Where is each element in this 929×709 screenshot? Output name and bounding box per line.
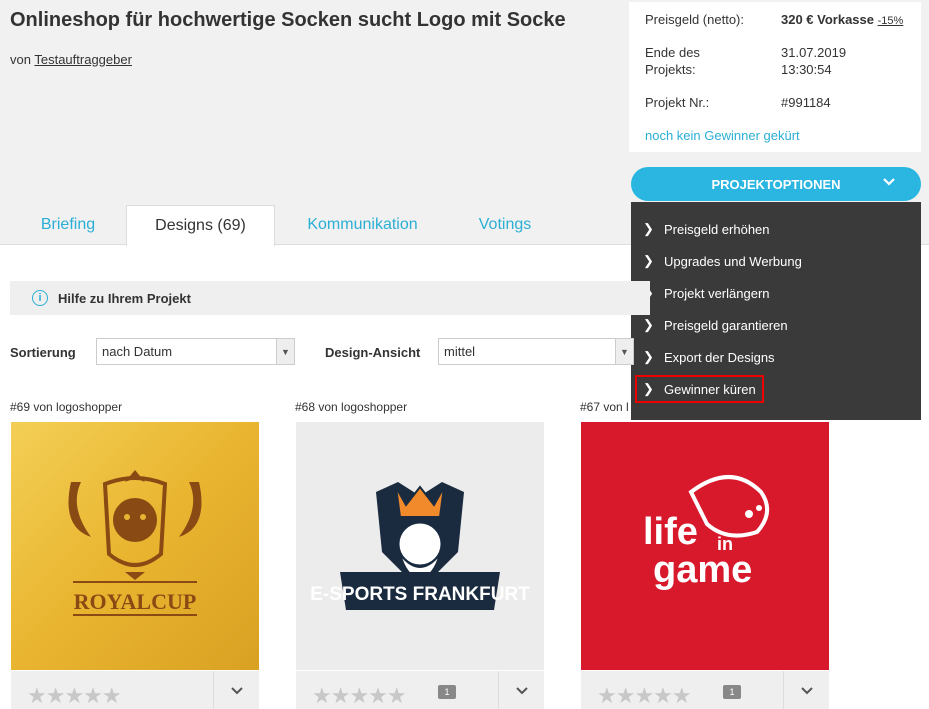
esports-logo: E-SPORTS FRANKFURT <box>296 422 544 670</box>
menu-item-increase-prize[interactable]: ❯ Preisgeld erhöhen <box>643 219 770 239</box>
project-number-label: Projekt Nr.: <box>645 95 710 110</box>
client-link[interactable]: Testauftraggeber <box>34 52 132 67</box>
comment-icon[interactable]: 1 <box>438 685 456 699</box>
menu-item-label: Preisgeld erhöhen <box>664 221 770 237</box>
svg-text:game: game <box>653 549 752 591</box>
sort-label: Sortierung <box>10 345 76 360</box>
chevron-down-icon: ▼ <box>615 339 633 364</box>
design-rating-bar: ★★★★★ <box>11 670 259 709</box>
menu-item-label: Export der Designs <box>664 349 775 365</box>
end-time: 13:30:54 <box>781 62 832 77</box>
end-label-line2: Projekts: <box>645 62 696 77</box>
menu-item-label: Preisgeld garantieren <box>664 317 788 333</box>
no-winner-link[interactable]: noch kein Gewinner gekürt <box>645 128 800 143</box>
rating-stars[interactable]: ★★★★★ <box>312 683 407 709</box>
design-rating-bar: ★★★★★ 1 <box>581 670 829 709</box>
menu-item-label: Projekt verlängern <box>664 285 770 301</box>
chevron-right-icon: ❯ <box>643 381 654 396</box>
project-options-button[interactable]: PROJEKTOPTIONEN <box>631 167 921 201</box>
comment-icon[interactable]: 1 <box>723 685 741 699</box>
chevron-right-icon: ❯ <box>643 253 654 268</box>
page-title: Onlineshop für hochwertige Socken sucht … <box>10 9 566 31</box>
info-icon: i <box>32 290 48 306</box>
tab-communication[interactable]: Kommunikation <box>290 205 435 245</box>
prize-label: Preisgeld (netto): <box>645 12 744 27</box>
design-caption: #69 von logoshopper <box>10 400 123 414</box>
chevron-down-icon[interactable] <box>213 671 259 709</box>
end-label-line1: Ende des <box>645 45 700 60</box>
sort-select[interactable]: nach Datum ▼ <box>96 338 295 365</box>
rating-stars[interactable]: ★★★★★ <box>597 683 692 709</box>
svg-text:ROYALCUP: ROYALCUP <box>74 589 197 614</box>
menu-item-export[interactable]: ❯ Export der Designs <box>643 347 775 367</box>
menu-item-choose-winner[interactable]: ❯ Gewinner küren <box>635 375 764 403</box>
design-caption: #68 von logoshopper <box>295 400 408 414</box>
design-thumbnail[interactable]: ROYALCUP <box>11 422 259 670</box>
design-thumbnail[interactable]: E-SPORTS FRANKFURT <box>296 422 544 670</box>
tab-designs[interactable]: Designs (69) <box>126 205 275 246</box>
view-label: Design-Ansicht <box>325 345 421 360</box>
client-line: von Testauftraggeber <box>10 52 132 67</box>
tab-votings[interactable]: Votings <box>460 205 550 245</box>
svg-text:life: life <box>643 511 698 553</box>
end-date: 31.07.2019 <box>781 45 847 60</box>
rating-stars[interactable]: ★★★★★ <box>27 683 122 709</box>
menu-item-label: Gewinner küren <box>664 381 756 397</box>
prize-amount: 320 € Vorkasse <box>781 12 874 27</box>
chevron-down-icon[interactable] <box>498 671 544 709</box>
project-info-box: Preisgeld (netto): 320 € Vorkasse -15% E… <box>629 2 921 152</box>
menu-item-extend[interactable]: ❯Projekt verlängern <box>643 283 770 303</box>
view-value: mittel <box>444 344 476 359</box>
project-options-label: PROJEKTOPTIONEN <box>711 176 841 192</box>
chevron-right-icon: ❯ <box>643 349 654 364</box>
design-caption: #67 von l <box>580 400 629 414</box>
project-number: #991184 <box>781 95 831 110</box>
view-select[interactable]: mittel ▼ <box>438 338 634 365</box>
tab-briefing[interactable]: Briefing <box>20 205 116 245</box>
by-label: von <box>10 52 31 67</box>
menu-item-upgrades[interactable]: ❯ Upgrades und Werbung <box>643 251 802 271</box>
prize-value: 320 € Vorkasse -15% <box>781 12 903 27</box>
lifeingame-logo: life in game <box>581 422 829 670</box>
design-thumbnail[interactable]: life in game <box>581 422 829 670</box>
chevron-right-icon: ❯ <box>643 221 654 236</box>
menu-item-label: Upgrades und Werbung <box>664 253 802 269</box>
menu-item-guarantee[interactable]: ❯ Preisgeld garantieren <box>643 315 788 335</box>
sort-value: nach Datum <box>102 344 173 359</box>
design-rating-bar: ★★★★★ 1 <box>296 670 544 709</box>
chevron-down-icon <box>883 175 895 192</box>
svg-text:E-SPORTS FRANKFURT: E-SPORTS FRANKFURT <box>310 584 530 605</box>
project-options-menu: ❯ Preisgeld erhöhen ❯ Upgrades und Werbung… <box>631 202 921 420</box>
prize-discount-link[interactable]: -15% <box>878 15 904 27</box>
chevron-right-icon: ❯ <box>643 317 654 332</box>
help-label: Hilfe zu Ihrem Projekt <box>58 290 191 306</box>
royalcup-logo: ROYALCUP <box>11 422 259 670</box>
chevron-down-icon[interactable] <box>783 671 829 709</box>
help-bar[interactable]: i Hilfe zu Ihrem Projekt <box>10 281 650 315</box>
chevron-down-icon: ▼ <box>276 339 294 364</box>
